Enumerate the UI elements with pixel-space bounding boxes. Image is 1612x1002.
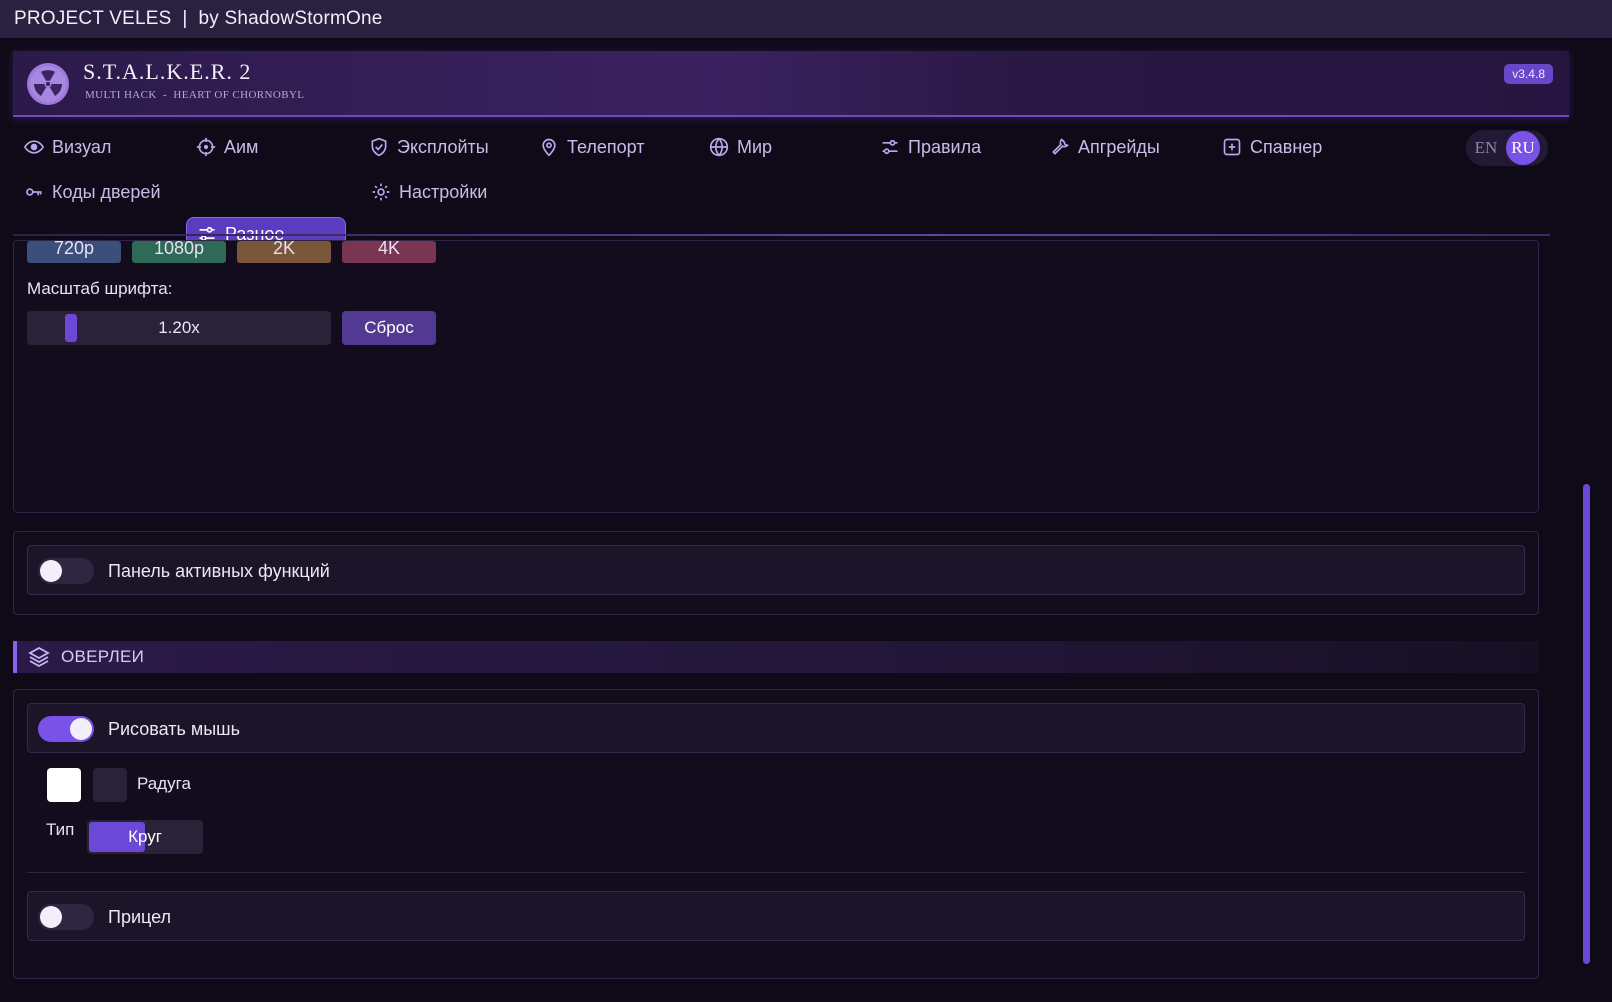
- wrench-icon: [1052, 138, 1069, 155]
- content-scrollbar[interactable]: [1583, 484, 1590, 964]
- radiation-logo-icon: [27, 63, 69, 105]
- tab-aim[interactable]: Аим: [186, 130, 336, 164]
- font-scale-label: Масштаб шрифта:: [27, 279, 173, 298]
- sliders-icon: [882, 139, 898, 155]
- crosshair-icon: [196, 137, 216, 157]
- crosshair-row: Прицел: [27, 891, 1525, 941]
- tab-upgrades[interactable]: Апгрейды: [1040, 130, 1190, 164]
- app-header: S.T.A.L.K.E.R. 2 MULTI HACK - HEART OF C…: [13, 51, 1569, 117]
- tab-label: Спавнер: [1250, 136, 1323, 157]
- tab-exploits[interactable]: Эксплойты: [359, 130, 519, 164]
- globe-icon: [709, 137, 729, 157]
- shield-check-icon: [371, 137, 387, 157]
- overlays-section-header: ОВЕРЛЕИ: [13, 641, 1539, 673]
- draw-mouse-toggle[interactable]: [38, 716, 94, 742]
- tab-teleport[interactable]: Телепорт: [529, 130, 679, 164]
- resolution-2k-button[interactable]: 2K: [237, 241, 331, 263]
- tab-label: Телепорт: [567, 136, 645, 157]
- crosshair-label: Прицел: [108, 907, 172, 927]
- tab-label: Эксплойты: [397, 136, 489, 157]
- font-scale-value: 1.20x: [158, 318, 200, 337]
- toggle-knob: [40, 906, 62, 928]
- plus-square-icon: [1223, 138, 1241, 156]
- version-badge: v3.4.8: [1504, 64, 1553, 84]
- reset-button[interactable]: Сброс: [342, 311, 436, 345]
- toggle-knob: [40, 560, 62, 582]
- lang-en-option[interactable]: EN: [1466, 138, 1506, 158]
- toggle-knob: [70, 718, 92, 740]
- app-title: S.T.A.L.K.E.R. 2: [83, 59, 252, 84]
- active-features-label: Панель активных функций: [108, 561, 330, 581]
- crosshair-toggle[interactable]: [38, 904, 94, 930]
- mouse-color-swatch[interactable]: [47, 768, 81, 802]
- layers-icon: [28, 646, 50, 668]
- key-icon: [26, 188, 42, 196]
- rainbow-checkbox[interactable]: [93, 768, 127, 802]
- language-toggle[interactable]: EN RU: [1466, 130, 1548, 166]
- gear-icon: [372, 183, 390, 201]
- interface-settings-panel: 720p 1080p 2K 4K Масштаб шрифта: 1.20x С…: [13, 240, 1539, 513]
- type-label: Тип: [46, 820, 75, 839]
- tab-label: Настройки: [399, 181, 488, 202]
- cursor-type-value: Круг: [128, 827, 162, 846]
- window-title: PROJECT VELES | by ShadowStormOne: [14, 8, 383, 29]
- tab-label: Правила: [908, 136, 982, 157]
- misc-content: 720p 1080p 2K 4K Масштаб шрифта: 1.20x С…: [13, 240, 1543, 1000]
- tab-spawner[interactable]: Спавнер: [1212, 130, 1362, 164]
- app-window: S.T.A.L.K.E.R. 2 MULTI HACK - HEART OF C…: [0, 38, 1612, 1002]
- active-features-row: Панель активных функций: [27, 545, 1525, 595]
- tab-settings[interactable]: Настройки: [361, 175, 521, 209]
- tab-label: Коды дверей: [52, 181, 161, 202]
- resolution-720p-button[interactable]: 720p: [27, 241, 121, 263]
- app-subtitle: MULTI HACK - HEART OF CHORNOBYL: [85, 89, 305, 101]
- tab-rules[interactable]: Правила: [870, 130, 1020, 164]
- tab-door-codes[interactable]: Коды дверей: [14, 175, 174, 209]
- cursor-type-select[interactable]: Круг: [87, 820, 203, 854]
- rainbow-label: Радуга: [137, 774, 191, 793]
- lang-ru-option[interactable]: RU: [1506, 131, 1540, 165]
- tab-visual[interactable]: Визуал: [14, 130, 164, 164]
- overlays-divider: [27, 872, 1525, 873]
- map-pin-icon: [542, 138, 556, 157]
- active-features-panel: Панель активных функций: [13, 531, 1539, 615]
- tab-world[interactable]: Мир: [699, 130, 849, 164]
- tab-label: Аим: [224, 136, 259, 157]
- resolution-1080p-button[interactable]: 1080p: [132, 241, 226, 263]
- window-titlebar: PROJECT VELES | by ShadowStormOne: [0, 0, 1612, 38]
- overlays-section-title: ОВЕРЛЕИ: [61, 647, 145, 666]
- overlays-panel: Рисовать мышь Радуга Тип Круг Прицел: [13, 689, 1539, 979]
- draw-mouse-label: Рисовать мышь: [108, 719, 241, 739]
- resolution-4k-button[interactable]: 4K: [342, 241, 436, 263]
- draw-mouse-row: Рисовать мышь: [27, 703, 1525, 753]
- active-features-toggle[interactable]: [38, 558, 94, 584]
- font-scale-slider[interactable]: 1.20x: [27, 311, 331, 345]
- tab-label: Апгрейды: [1078, 136, 1160, 157]
- tab-label: Мир: [737, 136, 773, 157]
- nav-divider: [13, 234, 1550, 236]
- tab-label: Визуал: [52, 136, 112, 157]
- eye-icon: [24, 140, 44, 154]
